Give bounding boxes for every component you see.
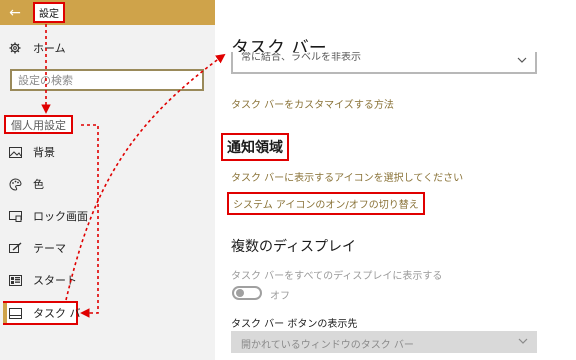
taskbar-icon: [8, 306, 22, 320]
sidebar: ← 設定 ホーム 設定の検索 個人用設定 背景 色 ロック画面 テーマ スタート…: [0, 0, 215, 360]
select-icons-link[interactable]: タスク バーに表示するアイコンを選択してください: [231, 169, 463, 184]
sidebar-item-background[interactable]: 背景: [0, 139, 215, 165]
window-title: 設定: [33, 2, 65, 23]
start-icon: [8, 273, 22, 287]
section-header-personalization: 個人用設定: [4, 115, 73, 134]
sidebar-item-label: ホーム: [33, 42, 66, 55]
sidebar-item-home[interactable]: ホーム: [0, 35, 215, 61]
picture-icon: [8, 145, 22, 159]
taskbar-buttons-on-label: タスク バー ボタンの表示先: [231, 319, 358, 330]
show-all-displays-toggle[interactable]: [232, 286, 262, 300]
sidebar-item-label: 色: [33, 178, 44, 191]
toggle-knob: [236, 289, 244, 297]
dropdown-value: 常に結合、ラベルを非表示: [241, 52, 361, 63]
multiple-displays-heading: 複数のディスプレイ: [231, 239, 357, 255]
sidebar-item-lock-screen[interactable]: ロック画面: [0, 203, 215, 229]
gear-icon: [8, 41, 22, 55]
sidebar-item-label: 背景: [33, 146, 55, 159]
sidebar-item-label: ロック画面: [33, 210, 88, 223]
lock-screen-icon: [8, 209, 22, 223]
palette-icon: [8, 177, 22, 191]
dropdown-value: 開かれているウィンドウのタスク バー: [241, 340, 414, 351]
brush-icon: [8, 241, 22, 255]
sidebar-item-start[interactable]: スタート: [0, 267, 215, 293]
settings-window: ← 設定 ホーム 設定の検索 個人用設定 背景 色 ロック画面 テーマ スタート…: [0, 0, 576, 360]
title-bar: ← 設定: [0, 0, 215, 25]
back-button[interactable]: ←: [0, 0, 30, 25]
system-icons-link[interactable]: システム アイコンのオン/オフの切り替え: [227, 192, 425, 215]
sidebar-item-label: タスク バー: [33, 307, 92, 320]
show-all-displays-label: タスク バーをすべてのディスプレイに表示する: [231, 271, 443, 282]
sidebar-item-label: スタート: [33, 274, 77, 287]
sidebar-item-themes[interactable]: テーマ: [0, 235, 215, 261]
chevron-down-icon: [517, 55, 527, 66]
combine-buttons-dropdown[interactable]: 常に結合、ラベルを非表示: [231, 52, 537, 74]
chevron-down-icon: [518, 336, 528, 347]
notification-area-heading: 通知領域: [221, 133, 289, 161]
taskbar-buttons-dropdown[interactable]: 開かれているウィンドウのタスク バー: [231, 331, 537, 353]
sidebar-item-color[interactable]: 色: [0, 171, 215, 197]
customize-taskbar-link[interactable]: タスク バーをカスタマイズする方法: [231, 96, 394, 111]
sidebar-item-taskbar[interactable]: タスク バー: [0, 300, 215, 326]
search-input[interactable]: 設定の検索: [10, 69, 204, 91]
sidebar-item-label: テーマ: [33, 242, 66, 255]
toggle-state-label: オフ: [270, 291, 290, 302]
back-arrow-icon: ←: [9, 4, 21, 21]
